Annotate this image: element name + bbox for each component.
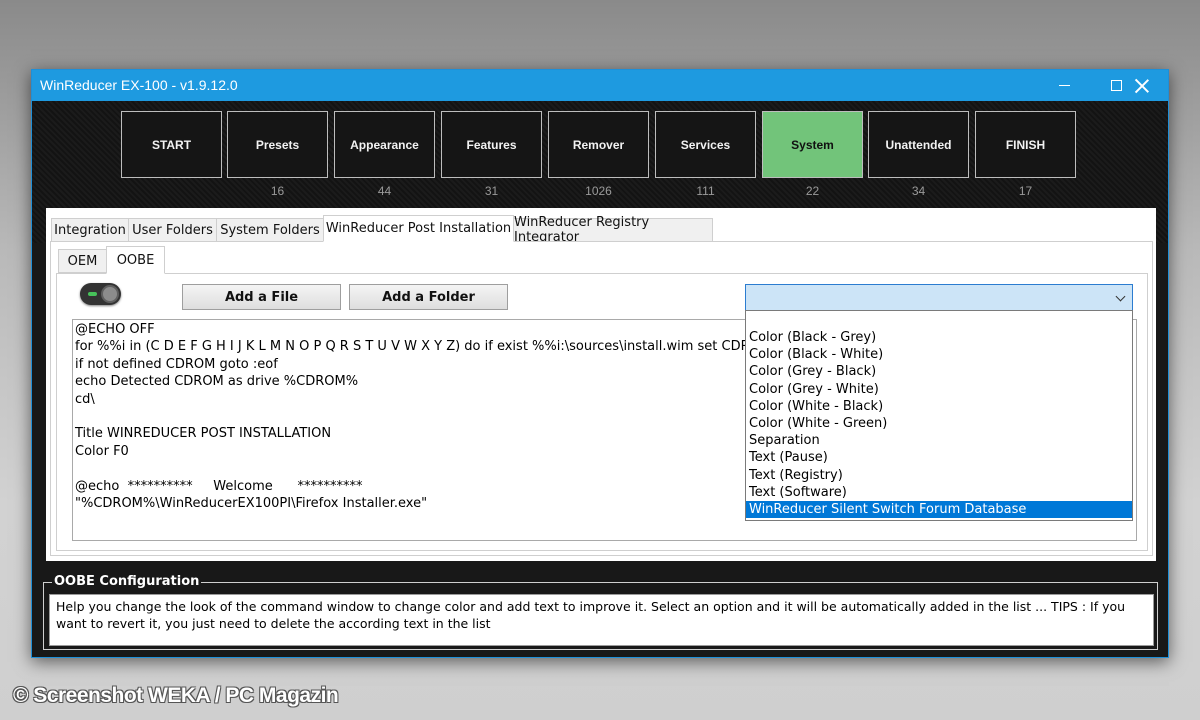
step-label: Remover (572, 137, 625, 152)
toggle-knob (101, 285, 119, 303)
subtab-oobe[interactable]: OOBE (106, 246, 165, 274)
step-label: Unattended (885, 137, 952, 152)
minimize-button[interactable] (1038, 70, 1090, 101)
step-system-button[interactable]: System (762, 111, 863, 178)
step-remover-button[interactable]: Remover (548, 111, 649, 178)
step-count: 1026 (585, 184, 612, 198)
copyright-watermark: © Screenshot WEKA / PC Magazin (13, 684, 339, 707)
tab-system-folders[interactable]: System Folders (216, 218, 324, 242)
chevron-down-icon[interactable] (1115, 291, 1126, 302)
dropdown-option[interactable]: Text (Pause) (746, 449, 1132, 466)
tab-label: Integration (54, 222, 126, 238)
group-title: OOBE Configuration (52, 574, 202, 589)
tab-user-folders[interactable]: User Folders (128, 218, 217, 242)
dropdown-option-selected[interactable]: WinReducer Silent Switch Forum Database (746, 500, 1132, 519)
tab-post-installation[interactable]: WinReducer Post Installation (323, 215, 514, 242)
step-count: 31 (484, 184, 499, 198)
toggle-led-icon (88, 292, 97, 296)
option-combobox[interactable] (745, 284, 1133, 311)
step-label: Services (680, 137, 731, 152)
close-icon (1135, 79, 1149, 93)
step-count: 16 (270, 184, 285, 198)
dropdown-option[interactable]: Color (Black - White) (746, 346, 1132, 363)
subtab-oem[interactable]: OEM (58, 249, 107, 273)
window-title: WinReducer EX-100 - v1.9.12.0 (40, 77, 238, 93)
add-file-button[interactable]: Add a File (182, 284, 341, 310)
main-content: Integration User Folders System Folders … (46, 208, 1156, 561)
close-button[interactable] (1116, 70, 1168, 101)
step-label: System (791, 137, 834, 152)
step-features-button[interactable]: Features (441, 111, 542, 178)
tab-integration[interactable]: Integration (51, 218, 129, 242)
dropdown-option[interactable]: Color (Grey - White) (746, 381, 1132, 398)
step-count: 111 (696, 184, 715, 198)
step-label: Features (466, 137, 517, 152)
oobe-configuration-group: OOBE Configuration Help you change the l… (43, 574, 1158, 650)
configuration-description: Help you change the look of the command … (49, 594, 1154, 646)
step-label: Appearance (350, 137, 419, 152)
step-services-button[interactable]: Services (655, 111, 756, 178)
dropdown-option[interactable]: Text (Software) (746, 484, 1132, 501)
dropdown-option[interactable]: Color (White - Black) (746, 398, 1132, 415)
tab-label: WinReducer Post Installation (325, 221, 512, 236)
step-presets-button[interactable]: Presets (227, 111, 328, 178)
option-dropdown-list: Color (Black - Grey) Color (Black - Whit… (745, 310, 1133, 521)
tab-registry-integrator[interactable]: WinReducer Registry Integrator (513, 215, 713, 245)
dropdown-option[interactable]: Text (Registry) (746, 467, 1132, 484)
step-label: START (151, 137, 192, 152)
subtab-label: OEM (67, 253, 98, 269)
step-start-button[interactable]: START (121, 111, 222, 178)
app-window: WinReducer EX-100 - v1.9.12.0 START Pres… (31, 69, 1169, 658)
step-count: 34 (911, 184, 926, 198)
step-unattended-button[interactable]: Unattended (868, 111, 969, 178)
step-finish-button[interactable]: FINISH (975, 111, 1076, 178)
dropdown-option[interactable]: Color (White - Green) (746, 415, 1132, 432)
step-count: 44 (377, 184, 392, 198)
post-installation-panel: OEM OOBE Add a File Add a Folder @ECHO O… (50, 241, 1153, 556)
tab-label: System Folders (220, 222, 320, 238)
add-folder-button[interactable]: Add a Folder (349, 284, 508, 310)
step-label: Presets (255, 137, 300, 152)
tab-label: User Folders (132, 222, 213, 238)
minimize-icon (1058, 85, 1070, 86)
step-label: FINISH (1005, 137, 1046, 152)
enable-toggle[interactable] (80, 283, 121, 305)
title-bar[interactable]: WinReducer EX-100 - v1.9.12.0 (32, 70, 1168, 101)
subtab-label: OOBE (116, 252, 155, 268)
step-count: 22 (805, 184, 820, 198)
dropdown-option[interactable]: Separation (746, 432, 1132, 449)
dropdown-option[interactable]: Color (Black - Grey) (746, 329, 1132, 346)
step-appearance-button[interactable]: Appearance (334, 111, 435, 178)
step-count: 17 (1018, 184, 1033, 198)
dropdown-option[interactable]: Color (Grey - Black) (746, 363, 1132, 380)
oobe-panel: Add a File Add a Folder @ECHO OFF for %%… (56, 273, 1148, 551)
